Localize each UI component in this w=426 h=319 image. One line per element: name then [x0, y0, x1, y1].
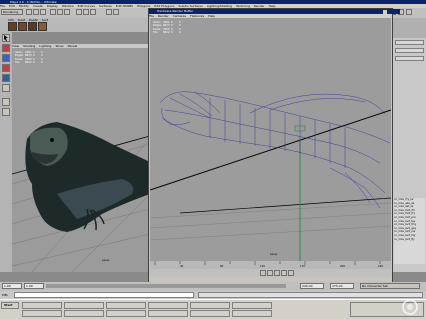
taskbar-item[interactable]	[22, 302, 62, 309]
step-back-icon[interactable]	[260, 270, 266, 276]
render-icon[interactable]	[106, 9, 112, 15]
show-toolsettings-icon[interactable]	[406, 9, 412, 15]
stat-b: 0	[41, 60, 43, 64]
shelf-item-2[interactable]	[18, 22, 27, 31]
stat-row: Tris: 86120 0	[15, 61, 49, 64]
step-forward-icon[interactable]	[281, 270, 287, 276]
layout-single-icon[interactable]	[2, 98, 10, 106]
stat-value: 8612	[163, 30, 170, 34]
shelf-item-1[interactable]	[8, 22, 17, 31]
left-viewport-canvas	[12, 122, 150, 272]
select-tool-icon[interactable]	[2, 34, 10, 42]
taskbar-item[interactable]	[22, 310, 62, 317]
taskbar-item[interactable]	[148, 310, 188, 317]
shelf: CPS Deaf Deaf2 Surf	[0, 18, 150, 32]
left-viewport[interactable]: View Shading Lighting Show Panels Verts: 4381…	[12, 44, 150, 272]
left-camera-label: persp	[102, 259, 110, 262]
snap-curve-icon[interactable]	[83, 9, 89, 15]
command-input[interactable]	[14, 292, 194, 298]
scale-tool-icon[interactable]	[2, 74, 10, 82]
start-time-field[interactable]: 1.00	[2, 283, 22, 289]
stat-value: 8612	[25, 60, 32, 64]
shelf-item-3[interactable]	[28, 22, 37, 31]
range-end-field[interactable]: 275.00	[330, 283, 354, 289]
right-panel: nc_mav_fcy_lw nc_mav_abs_sq nc_mav_ast_ss n…	[393, 18, 426, 272]
end-time-field[interactable]: 240.00	[300, 283, 324, 289]
command-label: MEL	[2, 293, 9, 297]
taskbar-item[interactable]	[64, 310, 104, 317]
new-scene-icon[interactable]	[26, 9, 32, 15]
taskbar-item[interactable]	[190, 302, 230, 309]
channel-field[interactable]	[395, 56, 424, 61]
current-time-field[interactable]: 1.00	[24, 283, 44, 289]
channel-field[interactable]	[395, 48, 424, 53]
go-to-end-icon[interactable]	[288, 270, 294, 276]
shelf-item-4[interactable]	[38, 22, 47, 31]
play-back-icon[interactable]	[267, 270, 273, 276]
taskbar: Start	[0, 299, 426, 319]
hardware-camera-label: persp	[270, 253, 278, 256]
ipr-render-icon[interactable]	[113, 9, 119, 15]
taskbar-item[interactable]	[148, 302, 188, 309]
taskbar-item[interactable]	[232, 302, 272, 309]
taskbar-item[interactable]	[106, 302, 146, 309]
stat-a: 0	[171, 30, 173, 34]
command-feedback	[198, 292, 423, 298]
lasso-tool-icon[interactable]	[2, 44, 10, 52]
range-slider[interactable]	[46, 284, 286, 288]
channel-list-item[interactable]: nc_mav_lact_fly	[394, 238, 425, 242]
stat-label: Tris:	[15, 60, 21, 64]
hardware-render-window: Hardware Render Buffer File Render Cameras…	[148, 8, 400, 290]
channel-list: nc_mav_fcy_lw nc_mav_abs_sq nc_mav_ast_ss n…	[394, 198, 425, 264]
hardware-viewport-canvas	[150, 91, 391, 261]
toolbox	[0, 32, 12, 272]
ign-logo-icon	[402, 299, 418, 315]
stat-label: Tris:	[153, 30, 159, 34]
stat-b: 0	[179, 30, 181, 34]
taskbar-item[interactable]	[190, 310, 230, 317]
select-component-icon[interactable]	[64, 9, 70, 15]
range-slider-bar: 1.00 1.00 240.00 275.00 No Character Set	[0, 282, 426, 291]
left-viewport-stats: Verts: 43810 0 Edges:86730 0 Faces: 43060 0 Tris…	[15, 51, 49, 64]
save-scene-icon[interactable]	[40, 9, 46, 15]
mode-dropdown[interactable]: Rendering	[1, 9, 23, 15]
character-set-dropdown[interactable]: No Character Set	[360, 283, 420, 289]
ign-watermark-logo	[396, 298, 424, 316]
open-scene-icon[interactable]	[33, 9, 39, 15]
command-line: MEL	[0, 291, 426, 299]
channel-header	[393, 18, 426, 38]
rotate-tool-icon[interactable]	[2, 64, 10, 72]
stat-a: 0	[33, 60, 35, 64]
taskbar-item[interactable]	[106, 310, 146, 317]
channel-field[interactable]	[395, 40, 424, 45]
stat-row: Tris: 86120 0	[153, 31, 187, 34]
playback-controls	[150, 269, 391, 277]
select-hierarchy-icon[interactable]	[50, 9, 56, 15]
hardware-viewport[interactable]: Verts: 43810 0 Edges:86730 0 Faces: 43060 0 Tris…	[150, 18, 391, 261]
time-slider[interactable]: 40 80 120 170 200 240	[150, 261, 391, 269]
taskbar-item[interactable]	[232, 310, 272, 317]
move-tool-icon[interactable]	[2, 54, 10, 62]
start-button[interactable]: Start	[1, 302, 19, 309]
taskbar-item[interactable]	[64, 302, 104, 309]
close-icon[interactable]	[383, 9, 387, 14]
snap-grid-icon[interactable]	[76, 9, 82, 15]
snap-point-icon[interactable]	[90, 9, 96, 15]
layout-four-icon[interactable]	[2, 108, 10, 116]
select-object-icon[interactable]	[57, 9, 63, 15]
manipulator-tool-icon[interactable]	[2, 84, 10, 92]
hardware-viewport-stats: Verts: 43810 0 Edges:86730 0 Faces: 43060 0 Tris…	[153, 21, 187, 34]
play-forward-icon[interactable]	[274, 270, 280, 276]
